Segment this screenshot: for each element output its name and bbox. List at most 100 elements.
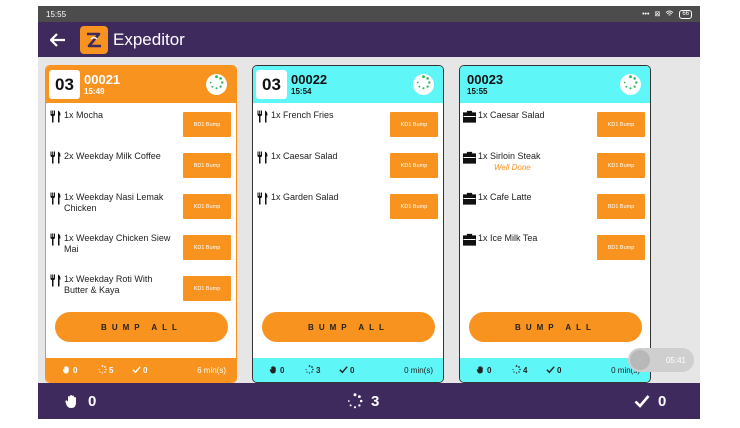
order-status-button[interactable] — [620, 74, 641, 95]
order-card: 03 00021 15:49 1x Mocha BD1 Bump 2x Weekday M… — [45, 65, 237, 383]
spinner-icon — [416, 74, 431, 95]
footer-pending-count: 5 — [109, 365, 114, 375]
more-icon: ••• — [642, 10, 650, 18]
bump-all-button[interactable]: BUMP ALL — [469, 312, 642, 342]
spinner-icon — [623, 74, 638, 95]
screen-icon: ⊠ — [654, 11, 661, 18]
spinner-icon — [305, 364, 314, 376]
footer-pending: 5 — [98, 364, 114, 376]
order-footer: 0400 min(s) — [460, 358, 650, 382]
item-text: 1x Sirloin Steak Well Done — [478, 151, 590, 173]
footer-pending: 4 — [512, 364, 527, 376]
order-number: 00023 — [467, 71, 504, 87]
takeaway-bag-icon — [462, 192, 477, 205]
footer-hold: 0 — [269, 365, 284, 376]
order-header[interactable]: 03 00021 15:49 — [46, 66, 236, 103]
expeditor-logo — [80, 25, 108, 54]
item-bump-button[interactable]: KD1 Bump — [183, 276, 231, 301]
item-text: 1x Weekday Chicken Siew Mai — [64, 233, 176, 255]
spinner-icon — [98, 364, 107, 376]
order-item[interactable]: 1x Mocha BD1 Bump — [46, 106, 236, 147]
item-bump-button[interactable]: KD1 Bump — [390, 112, 438, 137]
table-badge: 03 — [256, 70, 287, 99]
item-bump-button[interactable]: BD1 Bump — [183, 153, 231, 178]
item-bump-button[interactable]: BD1 Bump — [183, 112, 231, 137]
order-header[interactable]: 00023 15:55 — [460, 66, 650, 103]
utensils-icon — [49, 233, 62, 246]
order-item[interactable]: 1x French Fries KD1 Bump — [253, 106, 443, 147]
summary-hold: 0 — [64, 383, 96, 419]
order-item[interactable]: 1x Weekday Nasi Lemak Chicken KD1 Bump — [46, 188, 236, 229]
floating-dot — [630, 350, 650, 370]
footer-done-count: 0 — [350, 365, 355, 375]
order-item[interactable]: 1x Ice Milk Tea BD1 Bump — [460, 229, 650, 270]
bump-all-button[interactable]: BUMP ALL — [55, 312, 228, 342]
item-name: 1x Weekday Roti With Butter & Kaya — [64, 274, 153, 295]
item-bump-button[interactable]: KD1 Bump — [597, 112, 645, 137]
item-text: 1x French Fries — [271, 110, 383, 121]
order-items: 1x French Fries KD1 Bump 1x Caesar Salad KD… — [253, 106, 443, 229]
logo-icon — [87, 32, 101, 47]
item-name: 1x Weekday Chicken Siew Mai — [64, 233, 171, 254]
floating-timer-button[interactable]: 05:41 — [628, 348, 694, 372]
order-info: 00022 15:54 — [291, 72, 327, 97]
item-text: 1x Cafe Latte — [478, 192, 590, 203]
item-bump-button[interactable]: BD1 Bump — [597, 194, 645, 219]
order-info: 00023 15:55 — [467, 71, 504, 97]
hand-icon — [269, 365, 278, 376]
order-item[interactable]: 1x Sirloin Steak Well Done KD1 Bump — [460, 147, 650, 188]
spinner-icon — [347, 393, 363, 409]
check-icon — [339, 365, 348, 376]
battery-icon: 66 — [679, 9, 692, 19]
floating-timer-text: 05:41 — [665, 355, 686, 365]
order-status-button[interactable] — [413, 74, 434, 95]
takeaway-bag-icon — [462, 110, 477, 123]
hand-icon — [62, 365, 71, 376]
item-name: 1x Sirloin Steak — [478, 151, 541, 161]
item-name: 1x Caesar Salad — [478, 110, 545, 120]
check-icon — [132, 365, 141, 376]
order-item[interactable]: 1x Weekday Roti With Butter & Kaya KD1 Bu… — [46, 270, 236, 311]
item-text: 1x Caesar Salad — [271, 151, 383, 162]
item-bump-button[interactable]: KD1 Bump — [597, 153, 645, 178]
item-bump-button[interactable]: KD1 Bump — [183, 235, 231, 260]
footer-hold-count: 0 — [487, 365, 492, 375]
order-status-button[interactable] — [206, 74, 227, 95]
app-bar: Expeditor — [38, 22, 700, 57]
order-time: 15:54 — [291, 86, 312, 96]
item-name: 1x Ice Milk Tea — [478, 233, 538, 243]
footer-hold: 0 — [62, 365, 77, 376]
hand-icon — [65, 395, 76, 408]
table-badge: 03 — [49, 70, 80, 99]
order-item[interactable]: 1x Weekday Chicken Siew Mai KD1 Bump — [46, 229, 236, 270]
item-bump-button[interactable]: KD1 Bump — [390, 153, 438, 178]
item-text: 1x Weekday Nasi Lemak Chicken — [64, 192, 176, 214]
order-time: 15:49 — [84, 86, 105, 96]
item-bump-button[interactable]: BD1 Bump — [597, 235, 645, 260]
item-bump-button[interactable]: KD1 Bump — [183, 194, 231, 219]
utensils-icon — [49, 192, 62, 205]
footer-elapsed: 6 min(s) — [197, 365, 226, 375]
order-item[interactable]: 1x Caesar Salad KD1 Bump — [253, 147, 443, 188]
item-text: 1x Caesar Salad — [478, 110, 590, 121]
summary-pending: 3 — [347, 383, 379, 419]
item-name: 1x Garden Salad — [271, 192, 339, 202]
footer-hold: 0 — [476, 365, 491, 376]
order-item[interactable]: 1x Caesar Salad KD1 Bump — [460, 106, 650, 147]
footer-done-count: 0 — [143, 365, 148, 375]
order-items: 1x Mocha BD1 Bump 2x Weekday Milk Coffee BD… — [46, 106, 236, 311]
utensils-icon — [49, 151, 62, 164]
item-bump-button[interactable]: KD1 Bump — [390, 194, 438, 219]
bump-all-button[interactable]: BUMP ALL — [262, 312, 435, 342]
item-modifier: Well Done — [494, 163, 531, 172]
item-text: 1x Garden Salad — [271, 192, 383, 203]
order-info: 00021 15:49 — [84, 72, 120, 97]
order-item[interactable]: 2x Weekday Milk Coffee BD1 Bump — [46, 147, 236, 188]
back-button[interactable] — [48, 30, 68, 50]
footer-hold-count: 0 — [280, 365, 285, 375]
order-header[interactable]: 03 00022 15:54 — [253, 66, 443, 103]
summary-bar: 0 3 0 — [38, 383, 700, 419]
order-item[interactable]: 1x Cafe Latte BD1 Bump — [460, 188, 650, 229]
order-items: 1x Caesar Salad KD1 Bump 1x Sirloin Steak W… — [460, 106, 650, 270]
order-item[interactable]: 1x Garden Salad KD1 Bump — [253, 188, 443, 229]
